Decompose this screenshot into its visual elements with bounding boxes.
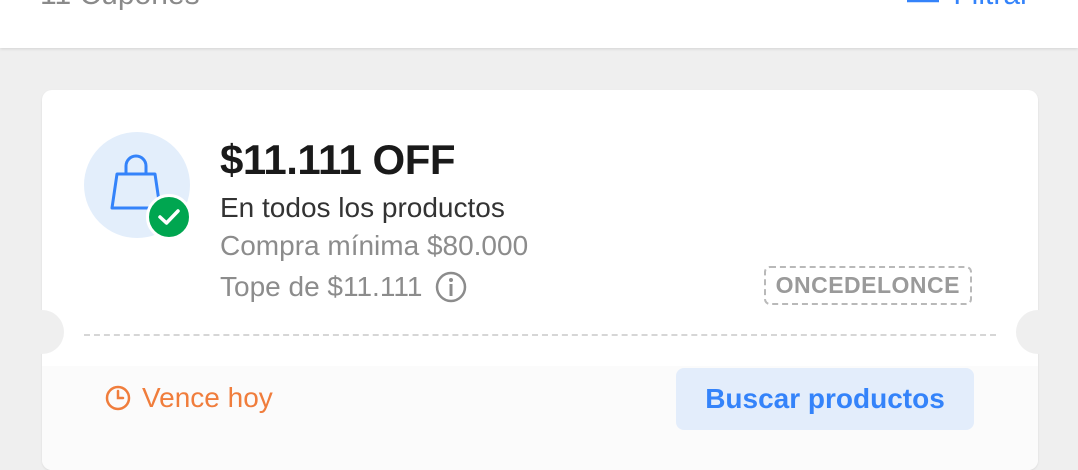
coupon-title: $11.111 OFF (220, 136, 456, 183)
coupon-min-purchase: Compra mínima $80.000 (220, 230, 529, 261)
filter-icon (907, 0, 940, 3)
card-notch-right (1016, 310, 1060, 354)
filter-button[interactable]: Filtrar (905, 0, 1030, 12)
coupon-expiry: Vence hoy (104, 382, 273, 414)
check-badge-icon (146, 194, 192, 240)
coupon-code: ONCEDELONCE (763, 266, 972, 305)
search-products-button[interactable]: Buscar productos (676, 368, 974, 430)
card-notch-left (20, 310, 64, 354)
coupon-avatar (84, 132, 192, 240)
coupon-cap-row: Tope de $11.111 (220, 270, 468, 304)
dashed-divider (84, 334, 996, 336)
clock-icon (105, 385, 131, 411)
coupon-card: $11.111 OFF En todos los productos Compr… (20, 90, 1060, 470)
info-icon[interactable] (434, 270, 468, 304)
top-bar: 11 Cupones Filtrar (0, 0, 1078, 48)
coupon-cap: Tope de $11.111 (220, 271, 423, 302)
expiry-label: Vence hoy (142, 382, 273, 413)
coupon-count: 11 Cupones (40, 0, 200, 12)
filter-label: Filtrar (953, 0, 1030, 12)
coupon-scope: En todos los productos (220, 192, 505, 223)
